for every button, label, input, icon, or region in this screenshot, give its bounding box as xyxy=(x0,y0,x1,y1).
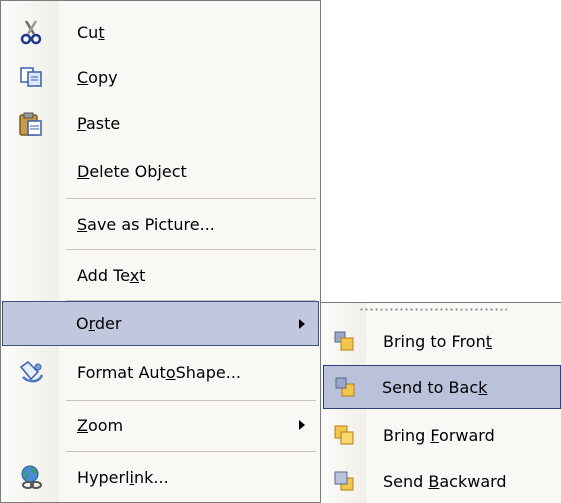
submenu-item-label: Bring to Front xyxy=(383,331,493,351)
submenu-item-bring-forward[interactable]: Bring Forward xyxy=(322,413,560,457)
submenu-item-send-backward[interactable]: Send Backward xyxy=(322,459,560,503)
menu-separator xyxy=(66,400,316,401)
menu-item-order[interactable]: Order xyxy=(2,301,319,346)
hyperlink-icon xyxy=(2,454,60,500)
submenu-item-label: Send Backward xyxy=(383,471,507,491)
menu-item-hyperlink[interactable]: Hyperlink... xyxy=(2,454,319,500)
menu-item-copy[interactable]: Copy xyxy=(2,56,319,98)
menu-separator xyxy=(66,451,316,452)
submenu-item-label: Bring Forward xyxy=(383,425,495,445)
menu-item-cut[interactable]: Cut xyxy=(2,11,319,53)
menu-separator xyxy=(66,198,316,199)
paste-icon xyxy=(2,101,60,146)
menu-item-zoom[interactable]: Zoom xyxy=(2,403,319,447)
menu-item-save-as-picture[interactable]: Save as Picture... xyxy=(2,202,319,246)
tear-off-handle[interactable] xyxy=(359,307,507,312)
menu-item-label: Save as Picture... xyxy=(77,214,215,234)
bring-forward-icon xyxy=(322,413,366,457)
order-submenu: Bring to Front Send to Back Bring Forwar… xyxy=(320,302,561,503)
send-backward-icon xyxy=(322,459,366,503)
menu-item-label: Add Text xyxy=(77,265,146,285)
bring-to-front-icon xyxy=(322,319,366,363)
send-to-back-icon xyxy=(323,365,367,409)
format-autoshape-icon xyxy=(2,349,60,395)
copy-icon xyxy=(2,56,60,98)
menu-item-paste[interactable]: Paste xyxy=(2,101,319,146)
context-menu: Cut Copy Paste Delete Object Save as Pic… xyxy=(0,0,321,503)
menu-item-label: Hyperlink... xyxy=(77,467,169,487)
submenu-item-label: Send to Back xyxy=(382,377,488,397)
menu-item-label: Cut xyxy=(77,22,105,42)
menu-item-label: Format AutoShape... xyxy=(77,362,241,382)
menu-item-label: Paste xyxy=(77,114,121,133)
menu-item-label: Copy xyxy=(77,67,118,87)
submenu-arrow-icon xyxy=(299,420,305,430)
menu-separator xyxy=(66,249,316,250)
scissors-icon xyxy=(2,11,60,53)
menu-item-add-text[interactable]: Add Text xyxy=(2,253,319,297)
menu-item-format-autoshape[interactable]: Format AutoShape... xyxy=(2,349,319,395)
menu-item-label: Zoom xyxy=(77,415,124,435)
menu-item-label: Order xyxy=(76,314,122,333)
submenu-item-bring-to-front[interactable]: Bring to Front xyxy=(322,319,560,363)
menu-item-delete-object[interactable]: Delete Object xyxy=(2,149,319,194)
submenu-item-send-to-back[interactable]: Send to Back xyxy=(323,365,561,409)
menu-item-label: Delete Object xyxy=(77,162,187,181)
submenu-arrow-icon xyxy=(299,319,305,329)
